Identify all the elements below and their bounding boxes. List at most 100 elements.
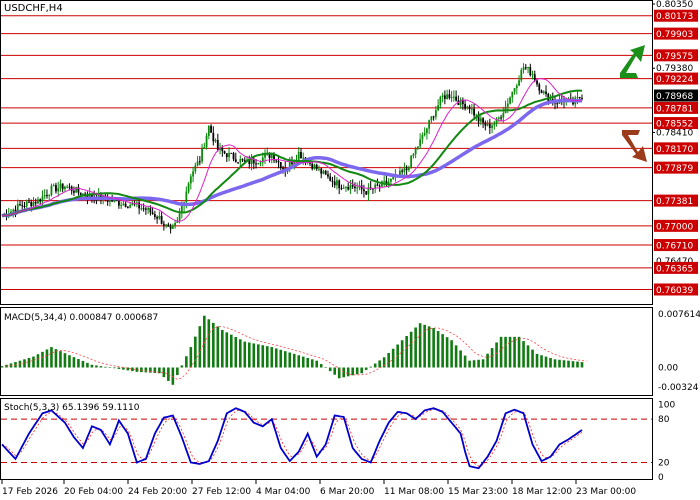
candle-body — [342, 187, 345, 189]
candle-body — [511, 91, 514, 98]
macd-bar — [531, 349, 534, 368]
macd-bar — [270, 347, 274, 368]
macd-bar — [238, 339, 242, 368]
macd-bar — [122, 367, 125, 370]
macd-bar — [274, 348, 278, 368]
candle-body — [279, 162, 282, 168]
candle-body — [522, 67, 525, 70]
candle-body — [493, 123, 496, 126]
candle-body — [117, 200, 120, 206]
macd-bar — [90, 364, 94, 368]
candle-body — [61, 183, 64, 190]
macd-bar — [360, 367, 363, 374]
macd-bar — [576, 361, 579, 368]
candle-body — [360, 185, 363, 190]
macd-bar — [198, 326, 202, 368]
macd-bar — [225, 332, 229, 368]
macd-bar — [535, 353, 539, 368]
level-price-label: 0.77000 — [656, 222, 693, 232]
macd-bar — [41, 351, 44, 368]
candle-body — [313, 164, 316, 169]
candle-body — [167, 224, 170, 227]
candle-body — [187, 183, 190, 192]
macd-bar — [149, 367, 152, 373]
macd-bar — [378, 360, 381, 368]
candle-body — [376, 184, 379, 186]
candle-body — [239, 159, 242, 163]
candle-body — [450, 97, 453, 99]
macd-bar — [526, 345, 530, 368]
macd-bar — [387, 353, 390, 368]
candle-body — [282, 167, 284, 169]
candle-body — [205, 135, 208, 147]
candle-body — [315, 164, 318, 170]
time-label: 6 Mar 20:00 — [320, 487, 375, 497]
trading-chart[interactable]: USDCHF,H4 0.803500.793800.784100.764700.… — [0, 0, 700, 500]
time-label: 11 Mar 08:00 — [384, 487, 444, 497]
candle-body — [37, 199, 39, 204]
candle-body — [428, 120, 431, 129]
macd-bar — [77, 359, 80, 368]
macd-bar — [319, 364, 323, 368]
macd-bar — [234, 336, 238, 368]
candle-body — [502, 113, 505, 118]
candle-body — [55, 185, 57, 192]
candle-body — [383, 180, 386, 182]
macd-bar — [414, 327, 417, 368]
macd-bar — [333, 367, 337, 375]
level-price-label: 0.76710 — [656, 242, 693, 252]
candle-body — [578, 96, 581, 99]
level-price-label: 0.80173 — [656, 12, 693, 22]
macd-bar — [247, 342, 251, 368]
macd-bar — [364, 367, 368, 370]
time-label: 27 Feb 12:00 — [192, 487, 251, 497]
chart-background — [0, 0, 700, 500]
macd-bar — [301, 356, 305, 368]
candle-body — [488, 123, 491, 128]
candle-body — [169, 226, 172, 229]
candle-body — [470, 108, 473, 110]
macd-bar — [504, 336, 507, 368]
macd-bar — [68, 355, 71, 368]
macd-axis-label: 0.00 — [658, 364, 678, 374]
macd-header: MACD(5,34,4) 0.000847 0.000687 — [4, 313, 158, 323]
candle-body — [324, 170, 327, 175]
macd-bar — [50, 347, 53, 368]
time-label: 23 Mar 00:00 — [576, 487, 636, 497]
level-price-label: 0.78170 — [656, 145, 693, 155]
candle-body — [345, 187, 347, 189]
candle-body — [192, 171, 194, 177]
price-label: 0.78410 — [656, 128, 693, 138]
candle-body — [257, 162, 260, 164]
macd-bar — [32, 356, 35, 368]
candle-body — [185, 191, 188, 203]
macd-bar — [288, 352, 292, 368]
candle-body — [207, 125, 210, 136]
candle-body — [189, 176, 192, 184]
candle-body — [68, 186, 71, 188]
macd-bar — [230, 334, 233, 368]
macd-bar — [558, 359, 561, 368]
level-price-label: 0.76039 — [656, 286, 693, 296]
candle-body — [138, 202, 141, 209]
candle-body — [407, 167, 410, 171]
candle-body — [158, 215, 161, 219]
macd-bar — [36, 354, 40, 368]
candle-body — [327, 174, 329, 177]
level-price-label: 0.77879 — [656, 164, 693, 174]
candle-body — [365, 191, 368, 195]
candle-body — [542, 91, 545, 94]
candle-body — [432, 116, 435, 118]
candle-body — [363, 189, 365, 192]
candle-body — [151, 212, 154, 215]
candle-body — [223, 151, 226, 154]
macd-bar — [463, 355, 467, 368]
candle-body — [124, 203, 127, 207]
macd-bar — [468, 360, 471, 368]
candle-body — [509, 97, 511, 104]
candle-body — [322, 170, 325, 174]
macd-bar — [256, 344, 260, 368]
macd-bar — [450, 340, 453, 368]
candle-body — [297, 152, 300, 160]
current-price-label: 0.78968 — [656, 92, 693, 102]
